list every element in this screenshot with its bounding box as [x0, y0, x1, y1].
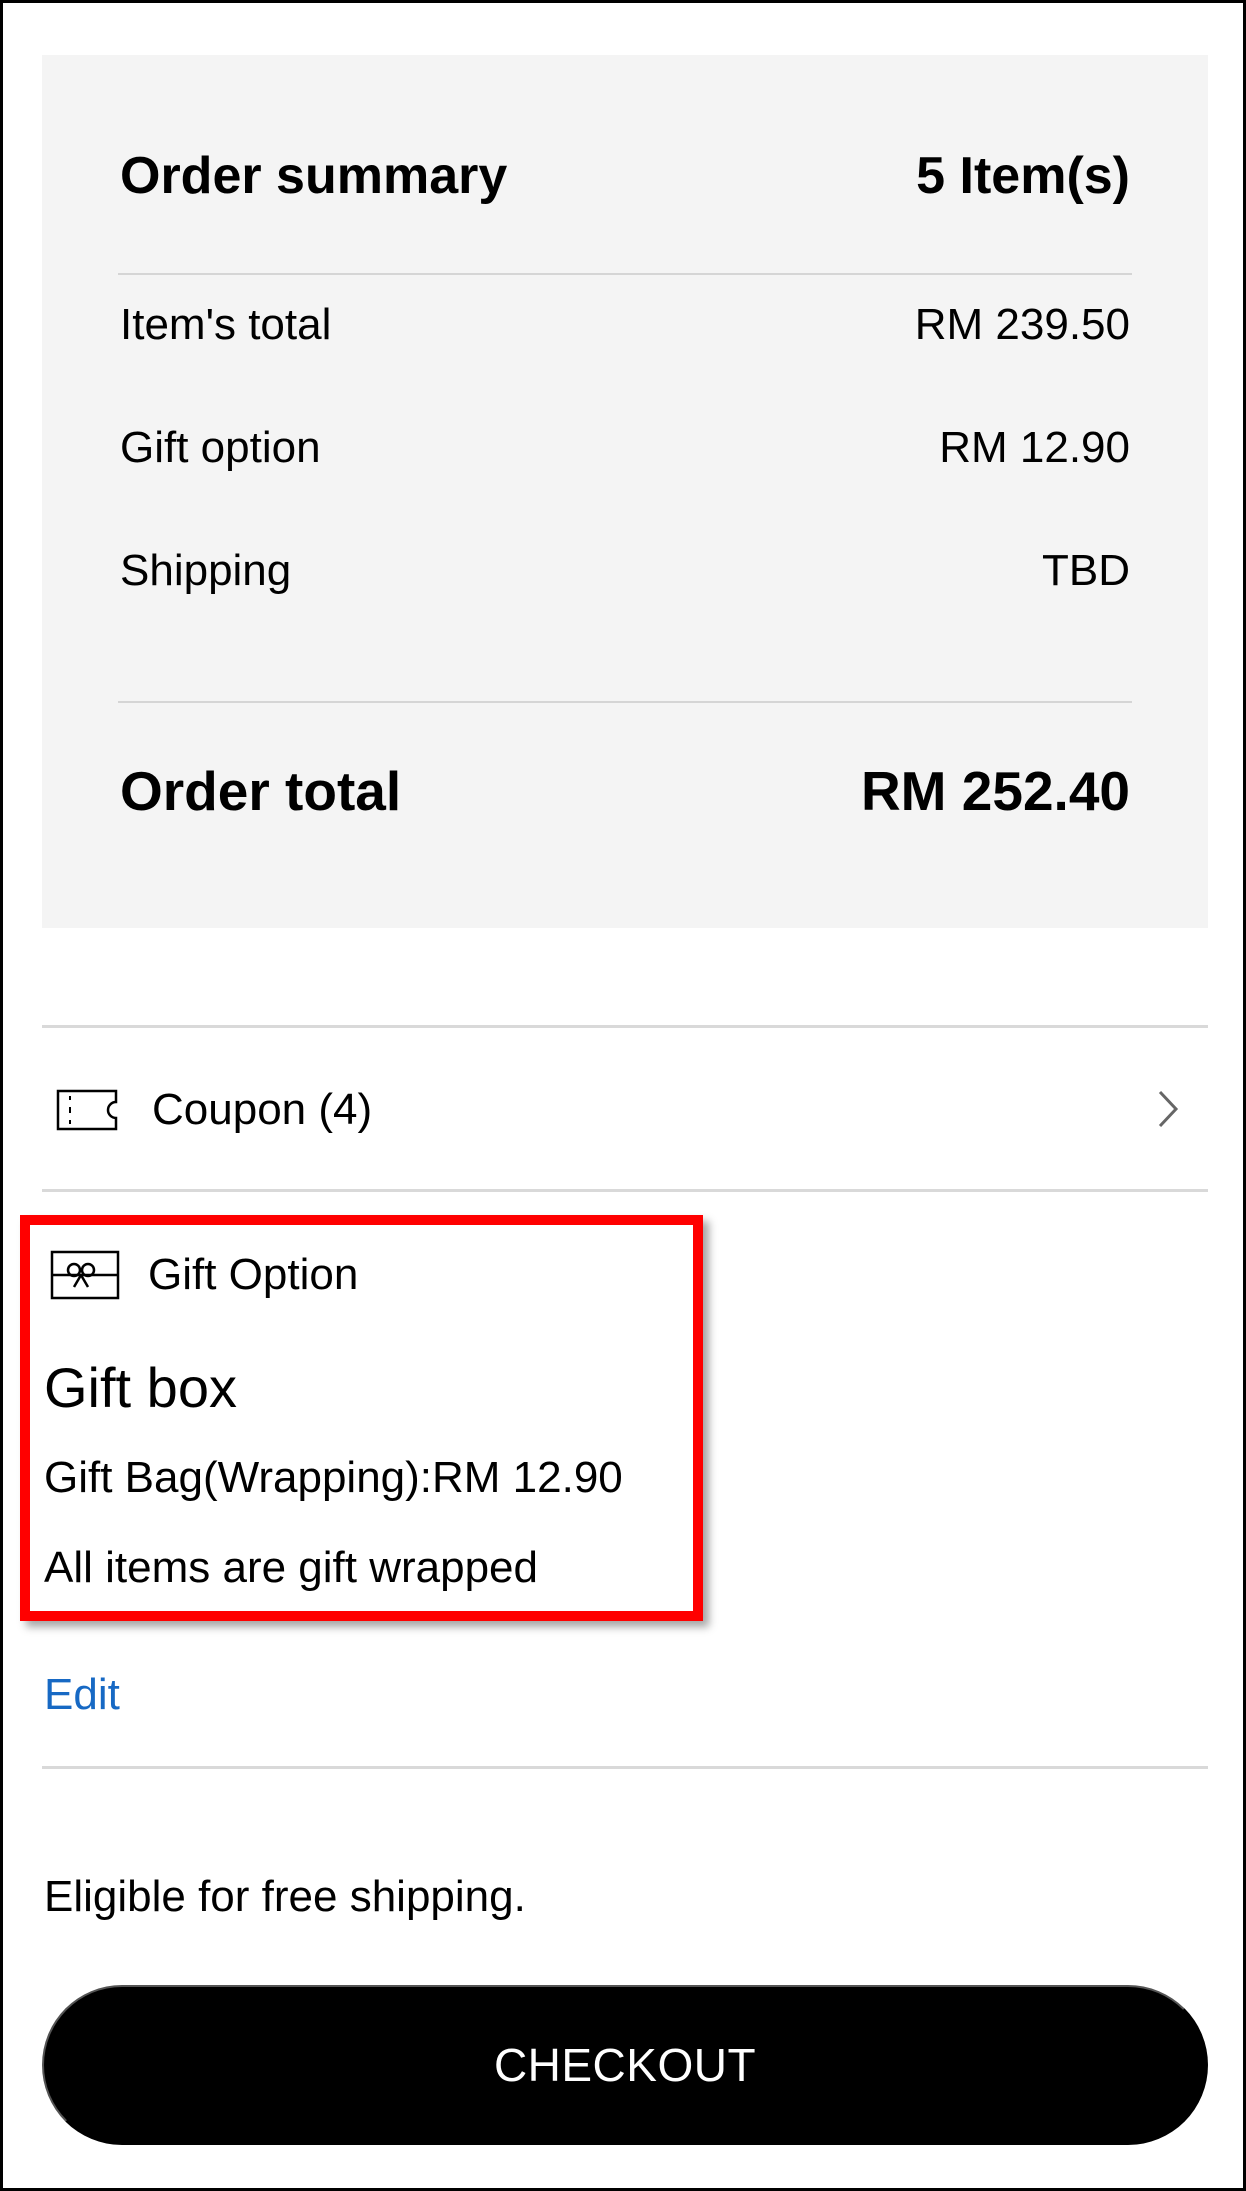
item-count: 5 Item(s)	[916, 147, 1130, 205]
summary-divider	[118, 701, 1132, 703]
summary-row-value: RM 239.50	[914, 300, 1130, 349]
gift-wrap-note: All items are gift wrapped	[44, 1543, 538, 1592]
gift-wrapping-detail: Gift Bag(Wrapping):RM 12.90	[44, 1453, 623, 1502]
order-total-value: RM 252.40	[860, 760, 1130, 822]
summary-row-items-total: Item's total RM 239.50	[120, 295, 1130, 355]
chevron-right-icon	[1148, 1086, 1188, 1132]
gift-card-icon	[50, 1249, 120, 1301]
section-divider	[42, 1189, 1208, 1192]
section-divider	[42, 1766, 1208, 1769]
gift-option-title: Gift Option	[148, 1250, 359, 1299]
gift-option-header: Gift Option	[50, 1245, 358, 1305]
summary-row-label: Item's total	[120, 300, 332, 349]
coupon-row[interactable]: Coupon (4)	[42, 1028, 1208, 1192]
edit-gift-option-link[interactable]: Edit	[44, 1670, 120, 1720]
summary-row-label: Gift option	[120, 423, 321, 472]
coupon-label: Coupon (4)	[152, 1085, 373, 1134]
summary-divider	[118, 273, 1132, 275]
summary-row-label: Shipping	[120, 546, 292, 595]
summary-row-value: RM 12.90	[939, 423, 1130, 472]
order-summary-panel: Order summary 5 Item(s) Item's total RM …	[42, 55, 1208, 928]
gift-type: Gift box	[44, 1356, 237, 1419]
order-summary-title: Order summary	[120, 147, 508, 205]
summary-row-value: TBD	[1042, 546, 1130, 595]
summary-row-shipping: Shipping TBD	[120, 541, 1130, 601]
free-shipping-note: Eligible for free shipping.	[44, 1872, 526, 1921]
order-summary-header: Order summary 5 Item(s)	[120, 55, 1130, 277]
ticket-icon	[56, 1088, 118, 1132]
order-total-label: Order total	[120, 760, 402, 822]
summary-row-gift-option: Gift option RM 12.90	[120, 418, 1130, 478]
order-total-row: Order total RM 252.40	[120, 751, 1130, 831]
checkout-button[interactable]: CHECKOUT	[42, 1985, 1208, 2145]
